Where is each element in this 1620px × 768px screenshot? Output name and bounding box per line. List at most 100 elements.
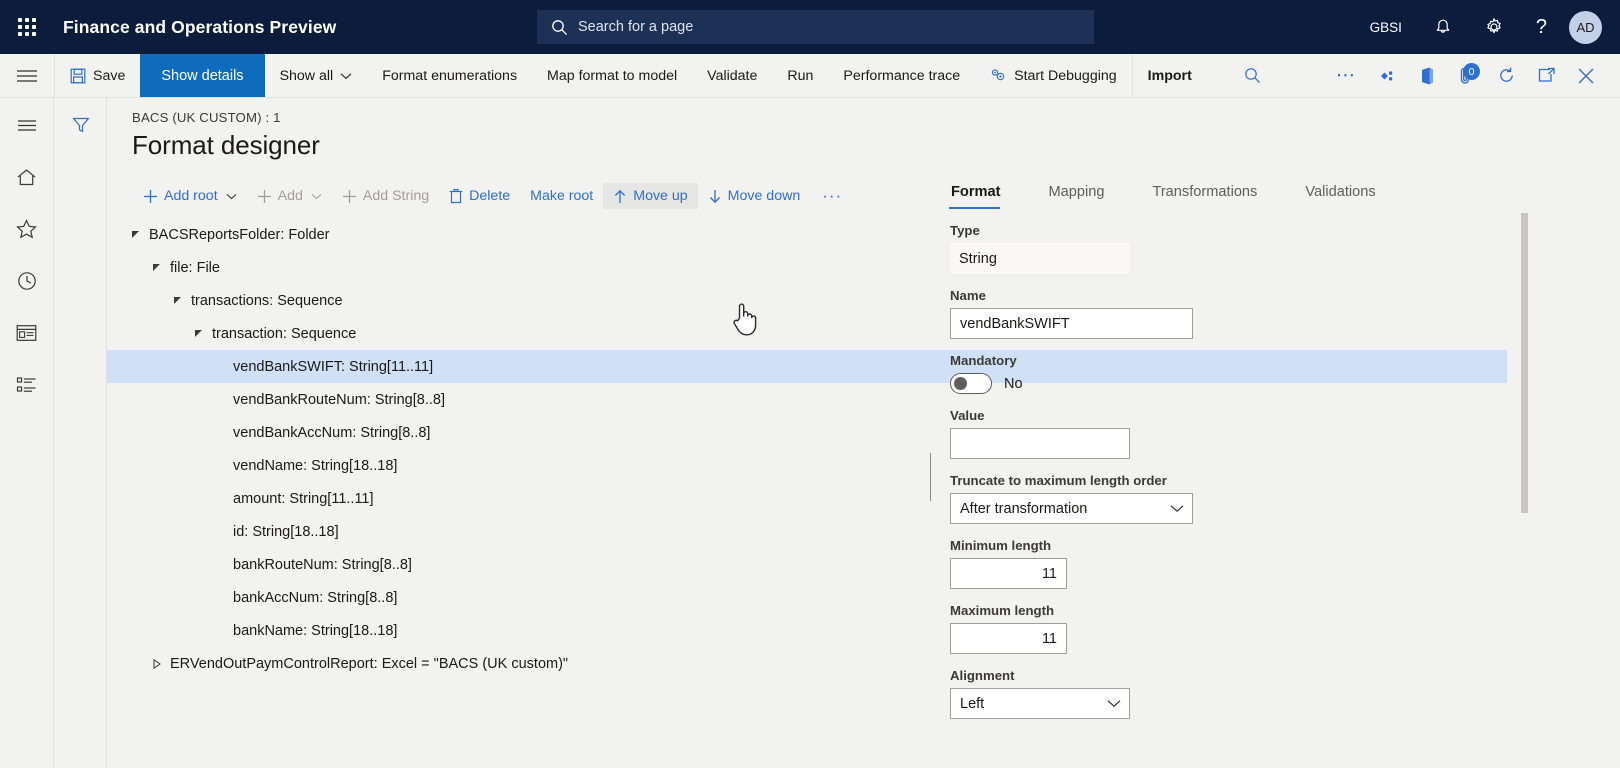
tree-node-label: bankRouteNum: String[8..8] bbox=[233, 556, 412, 573]
start-debugging-button[interactable]: Start Debugging bbox=[975, 54, 1132, 97]
attachments-button[interactable]: 0 bbox=[1446, 54, 1486, 97]
tree-node-label: bankAccNum: String[8..8] bbox=[233, 589, 398, 606]
minimum-length-label: Minimum length bbox=[950, 538, 1052, 553]
tab-validations[interactable]: Validations bbox=[1303, 178, 1397, 209]
help-button[interactable]: ? bbox=[1520, 0, 1563, 54]
mandatory-toggle[interactable] bbox=[950, 373, 992, 394]
make-root-button[interactable]: Make root bbox=[520, 183, 603, 209]
field-alignment: Alignment Left bbox=[942, 668, 1582, 719]
refresh-button[interactable] bbox=[1486, 54, 1526, 97]
share-button[interactable] bbox=[1366, 54, 1406, 97]
panel-splitter[interactable] bbox=[930, 453, 935, 501]
action-pane: Save Show details Show all Format enumer… bbox=[0, 54, 1620, 98]
add-root-button[interactable]: Add root bbox=[133, 183, 247, 209]
sidebar-item-modules[interactable] bbox=[7, 366, 47, 404]
tree-node-label: transactions: Sequence bbox=[191, 292, 343, 309]
truncate-dropdown[interactable]: After transformation bbox=[950, 493, 1193, 524]
field-mandatory: Mandatory No bbox=[942, 353, 1582, 394]
bell-icon bbox=[1434, 18, 1452, 37]
move-up-label: Move up bbox=[633, 188, 688, 204]
format-enumerations-label: Format enumerations bbox=[382, 67, 518, 84]
share-diamond-icon bbox=[1376, 69, 1396, 83]
add-string-label: Add String bbox=[362, 188, 430, 204]
properties-panel: Format Mapping Transformations Validations … bbox=[942, 178, 1582, 768]
add-label: Add bbox=[277, 188, 303, 204]
office-integration-button[interactable] bbox=[1406, 54, 1446, 97]
maximum-length-input[interactable] bbox=[950, 623, 1067, 654]
show-details-label: Show details bbox=[161, 67, 244, 84]
move-down-label: Move down bbox=[727, 188, 801, 204]
expanded-triangle-icon[interactable] bbox=[129, 230, 143, 240]
alignment-dropdown[interactable]: Left bbox=[950, 688, 1130, 719]
filter-button[interactable] bbox=[65, 110, 97, 140]
left-navigation-rail bbox=[0, 98, 54, 768]
sidebar-item-workspaces[interactable] bbox=[7, 314, 47, 352]
import-button[interactable]: Import bbox=[1133, 54, 1207, 97]
tab-transformations[interactable]: Transformations bbox=[1150, 178, 1279, 209]
close-x-icon bbox=[1577, 67, 1595, 85]
tree-toolbar-overflow-button[interactable]: ··· bbox=[810, 181, 854, 211]
refresh-icon bbox=[1497, 66, 1516, 85]
save-button[interactable]: Save bbox=[55, 54, 140, 97]
search-icon bbox=[551, 19, 568, 36]
overflow-menu-button[interactable]: ⋯ bbox=[1326, 54, 1366, 97]
top-navigation-bar: Finance and Operations Preview GBSI ? AD bbox=[0, 0, 1620, 54]
field-truncate: Truncate to maximum length order After t… bbox=[942, 473, 1582, 524]
settings-button[interactable] bbox=[1468, 0, 1520, 54]
map-format-to-model-button[interactable]: Map format to model bbox=[532, 54, 692, 97]
format-enumerations-button[interactable]: Format enumerations bbox=[367, 54, 532, 97]
tree-node-label: BACSReportsFolder: Folder bbox=[149, 226, 330, 243]
run-button[interactable]: Run bbox=[772, 54, 828, 97]
add-button[interactable]: Add bbox=[247, 183, 332, 209]
tab-format[interactable]: Format bbox=[949, 178, 1022, 209]
company-selector[interactable]: GBSI bbox=[1354, 0, 1418, 54]
waffle-menu-button[interactable] bbox=[0, 0, 54, 54]
show-details-button[interactable]: Show details bbox=[140, 54, 265, 97]
field-maximum-length: Maximum length bbox=[942, 603, 1582, 654]
home-icon bbox=[16, 168, 37, 187]
expanded-triangle-icon[interactable] bbox=[192, 329, 206, 339]
value-label: Value bbox=[950, 408, 985, 423]
arrow-up-icon bbox=[613, 189, 627, 204]
avatar[interactable]: AD bbox=[1569, 10, 1602, 44]
expanded-triangle-icon[interactable] bbox=[171, 296, 185, 306]
value-input[interactable] bbox=[950, 428, 1130, 459]
performance-trace-button[interactable]: Performance trace bbox=[828, 54, 975, 97]
topbar-right-group: GBSI ? AD bbox=[1354, 0, 1620, 54]
question-mark-icon: ? bbox=[1535, 15, 1547, 38]
delete-label: Delete bbox=[469, 188, 511, 204]
collapsed-triangle-icon[interactable] bbox=[150, 658, 164, 669]
mandatory-label: Mandatory bbox=[950, 353, 1017, 368]
sidebar-item-navigation-menu[interactable] bbox=[7, 106, 47, 144]
add-string-button[interactable]: Add String bbox=[332, 183, 439, 209]
validate-button[interactable]: Validate bbox=[692, 54, 772, 97]
alignment-label: Alignment bbox=[950, 668, 1015, 683]
workspace-icon bbox=[16, 324, 37, 342]
notifications-button[interactable] bbox=[1418, 0, 1468, 54]
nav-pane-toggle-button[interactable] bbox=[0, 54, 54, 97]
name-input[interactable] bbox=[950, 308, 1193, 339]
hamburger-menu-icon bbox=[17, 119, 37, 132]
global-search-box[interactable] bbox=[537, 10, 1094, 44]
sidebar-item-recent[interactable] bbox=[7, 262, 47, 300]
tab-mapping[interactable]: Mapping bbox=[1046, 178, 1126, 209]
map-format-to-model-label: Map format to model bbox=[547, 67, 678, 84]
move-up-button[interactable]: Move up bbox=[603, 183, 698, 209]
delete-button[interactable]: Delete bbox=[439, 183, 520, 209]
field-minimum-length: Minimum length bbox=[942, 538, 1582, 589]
close-button[interactable] bbox=[1566, 54, 1606, 97]
office-app-icon bbox=[1418, 66, 1435, 86]
move-down-button[interactable]: Move down bbox=[698, 183, 811, 209]
breadcrumb: BACS (UK CUSTOM) : 1 bbox=[132, 110, 281, 125]
chevron-down-icon bbox=[226, 193, 237, 200]
expanded-triangle-icon[interactable] bbox=[150, 263, 164, 273]
minimum-length-input[interactable] bbox=[950, 558, 1067, 589]
properties-tabs: Format Mapping Transformations Validations bbox=[942, 178, 1582, 209]
sidebar-item-favorites[interactable] bbox=[7, 210, 47, 248]
make-root-label: Make root bbox=[530, 188, 594, 204]
show-all-button[interactable]: Show all bbox=[265, 54, 368, 97]
toolbar-search-button[interactable] bbox=[1233, 54, 1273, 97]
search-input[interactable] bbox=[578, 19, 1058, 35]
sidebar-item-home[interactable] bbox=[7, 158, 47, 196]
open-in-new-window-button[interactable] bbox=[1526, 54, 1566, 97]
